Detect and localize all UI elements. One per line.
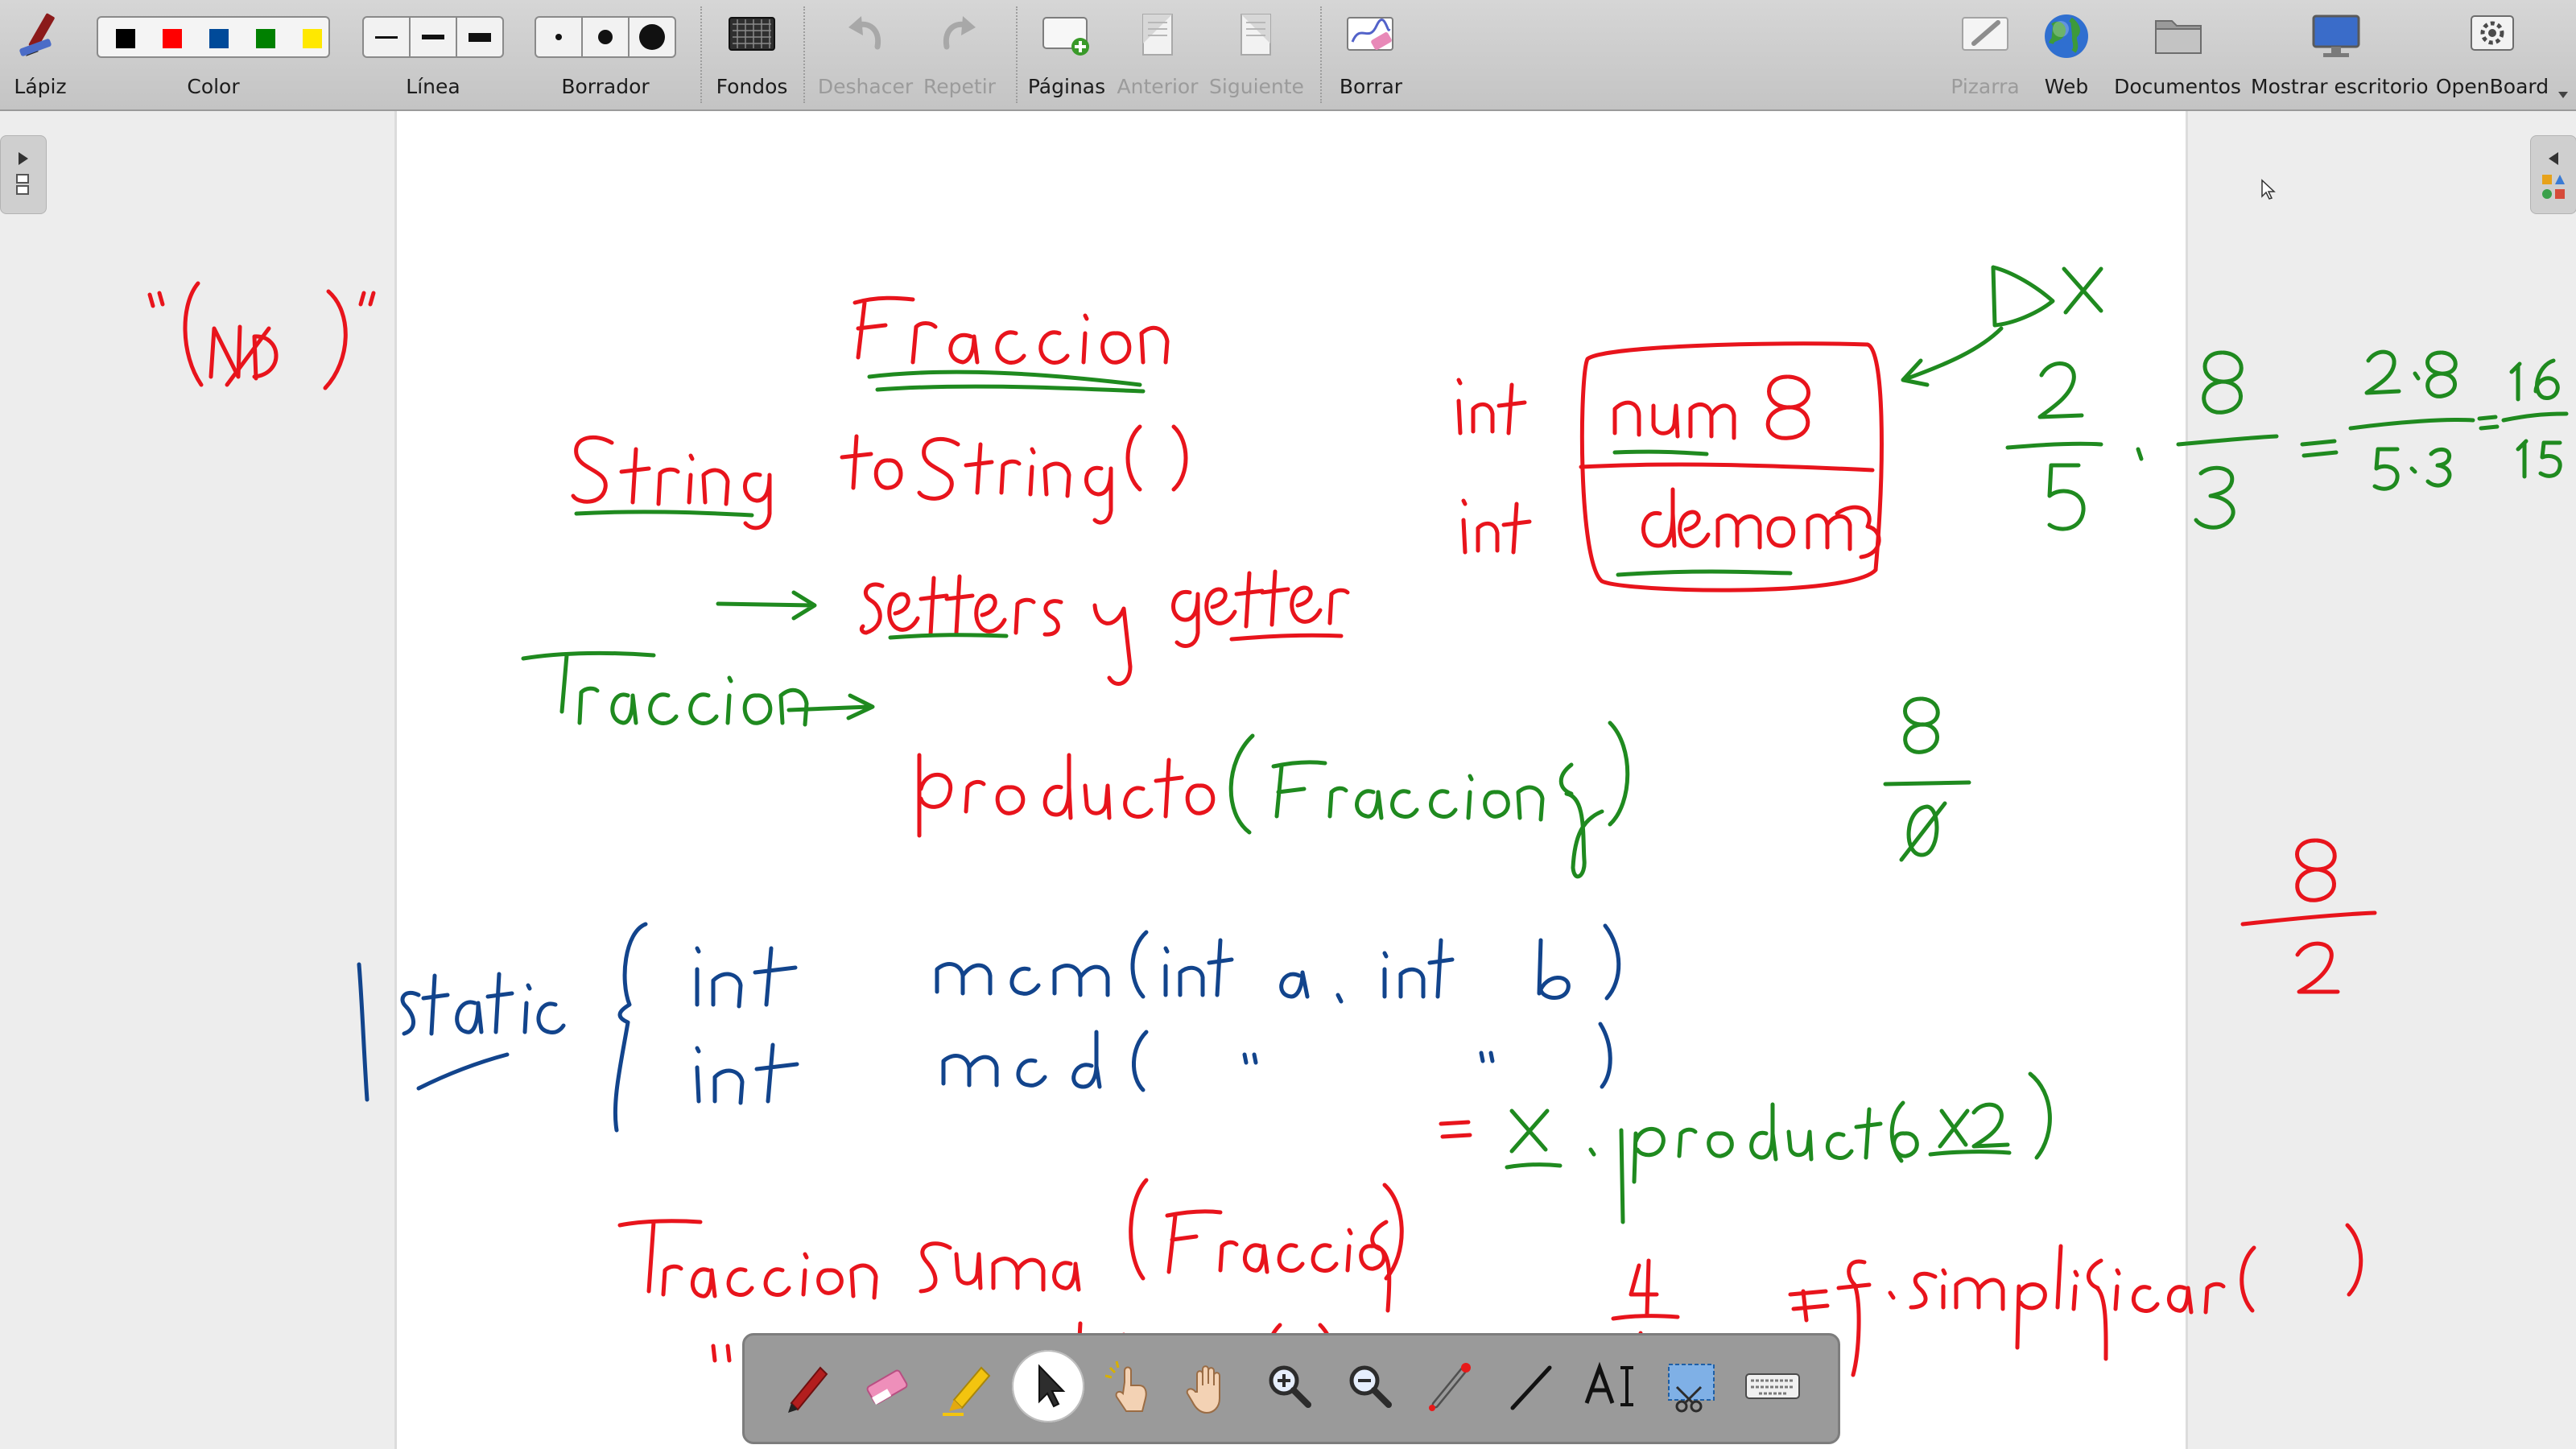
line-width-thin-button[interactable] <box>362 16 411 58</box>
highlighter-tool-icon <box>943 1366 991 1416</box>
color-swatch-red[interactable] <box>163 29 182 48</box>
keyboard-tool-icon <box>1745 1373 1800 1399</box>
ink-int-labels[interactable] <box>1456 378 1532 555</box>
zoom-out-tool-button[interactable] <box>1334 1350 1406 1422</box>
color-selector: Color <box>89 0 338 109</box>
board-mode-button[interactable]: Pizarra <box>1943 0 2027 109</box>
pencil-icon <box>19 13 55 56</box>
backgrounds-icon <box>729 17 775 51</box>
ink-f-simplificar-call[interactable] <box>1788 1223 2363 1377</box>
color-swatch-black[interactable] <box>116 29 135 48</box>
zoom-in-tool-button[interactable] <box>1253 1350 1326 1422</box>
ink-fraction-8-over-2[interactable] <box>2240 838 2377 994</box>
interact-tool-button[interactable] <box>1092 1350 1165 1422</box>
ink-fraction-product-example[interactable] <box>2005 349 2569 531</box>
hand-tool-button[interactable] <box>1173 1350 1245 1422</box>
ink-tostring-method[interactable] <box>840 424 1188 525</box>
mouse-cursor-icon <box>2261 179 2276 200</box>
previous-page-button[interactable]: Anterior <box>1113 0 1203 109</box>
pen-tool-button[interactable] <box>770 1350 843 1422</box>
line-width-selector: Línea <box>361 0 506 109</box>
ink-setters-getter[interactable] <box>859 569 1350 686</box>
eraser-large-button[interactable] <box>628 16 676 58</box>
menu-dropdown-arrow-icon[interactable] <box>2557 90 2570 100</box>
folder-icon <box>2155 20 2202 54</box>
toolbar-divider <box>803 6 805 103</box>
openboard-menu-button[interactable]: OpenBoard <box>2426 0 2558 109</box>
board-mode-icon <box>1962 17 2008 51</box>
color-swatch-yellow[interactable] <box>303 29 322 48</box>
web-button[interactable]: Web <box>2029 0 2104 109</box>
line-tool-button[interactable] <box>1495 1350 1567 1422</box>
backgrounds-button[interactable]: Fondos <box>707 0 797 109</box>
ink-fraction-8-over-0[interactable] <box>1883 696 1971 862</box>
undo-icon <box>848 16 881 50</box>
ink-producto-signature[interactable] <box>521 650 1630 879</box>
ink-arrow-setters[interactable] <box>716 590 817 621</box>
next-page-icon <box>1241 14 1271 56</box>
eraser-tool-icon <box>866 1369 908 1405</box>
pencil-button[interactable]: Lápiz <box>0 0 80 109</box>
board-area <box>0 111 2576 1449</box>
settings-gear-icon <box>2471 15 2514 51</box>
keyboard-tool-button[interactable] <box>1736 1350 1809 1422</box>
interact-tool-icon <box>1104 1360 1147 1412</box>
capture-tool-icon <box>1668 1364 1715 1413</box>
clear-page-icon <box>1347 17 1393 51</box>
next-page-button[interactable]: Siguiente <box>1204 0 1309 109</box>
undo-button[interactable]: Deshacer <box>813 0 918 109</box>
selector-tool-icon <box>1038 1364 1066 1408</box>
toolbar-divider <box>1016 6 1018 103</box>
toolbar-divider <box>1320 6 1322 103</box>
stylus-palette <box>742 1333 1840 1444</box>
documents-button[interactable]: Documentos <box>2109 0 2246 109</box>
redo-button[interactable]: Repetir <box>910 0 1009 109</box>
text-tool-button[interactable] <box>1575 1350 1648 1422</box>
selector-tool-button[interactable] <box>1012 1350 1084 1422</box>
ink-producto-call[interactable] <box>1439 1071 2052 1224</box>
laser-pointer-tool-icon <box>1429 1363 1471 1411</box>
eraser-medium-button[interactable] <box>581 16 630 58</box>
toolbar-divider <box>700 6 702 103</box>
eraser-tool-button[interactable] <box>851 1350 923 1422</box>
ink-fraccion-title[interactable] <box>852 295 1170 394</box>
redo-icon <box>943 16 976 50</box>
laser-pointer-tool-button[interactable] <box>1414 1350 1487 1422</box>
previous-page-icon <box>1142 14 1173 56</box>
hand-tool-icon <box>1186 1365 1220 1414</box>
show-desktop-button[interactable]: Mostrar escritorio <box>2251 0 2429 109</box>
globe-icon <box>2045 14 2088 58</box>
pen-tool-icon <box>788 1366 828 1413</box>
capture-tool-button[interactable] <box>1656 1350 1728 1422</box>
line-tool-icon <box>1510 1365 1552 1410</box>
main-toolbar: Lápiz Color Línea Borrador Fondos Deshac… <box>0 0 2576 111</box>
line-width-medium-button[interactable] <box>409 16 457 58</box>
color-palette <box>97 16 330 58</box>
desktop-icon <box>2312 14 2360 57</box>
color-swatch-blue[interactable] <box>209 29 229 48</box>
eraser-small-button[interactable] <box>535 16 583 58</box>
line-width-thick-button[interactable] <box>456 16 504 58</box>
zoom-out-tool-icon <box>1349 1365 1392 1408</box>
highlighter-tool-button[interactable] <box>931 1350 1004 1422</box>
ink-layer <box>147 179 2569 1442</box>
eraser-size-selector: Borrador <box>533 0 678 109</box>
ink-static-methods[interactable] <box>357 922 1621 1133</box>
zoom-in-tool-icon <box>1269 1365 1311 1408</box>
add-page-icon <box>1042 17 1089 56</box>
ink-quoted-nd[interactable] <box>147 281 376 390</box>
ink-class-diagram[interactable] <box>1579 341 1884 592</box>
text-tool-icon <box>1584 1361 1633 1406</box>
clear-page-button[interactable]: Borrar <box>1328 0 1414 109</box>
color-swatch-green[interactable] <box>256 29 275 48</box>
add-page-button[interactable]: Páginas <box>1022 0 1111 109</box>
ink-string-label[interactable] <box>571 435 772 530</box>
